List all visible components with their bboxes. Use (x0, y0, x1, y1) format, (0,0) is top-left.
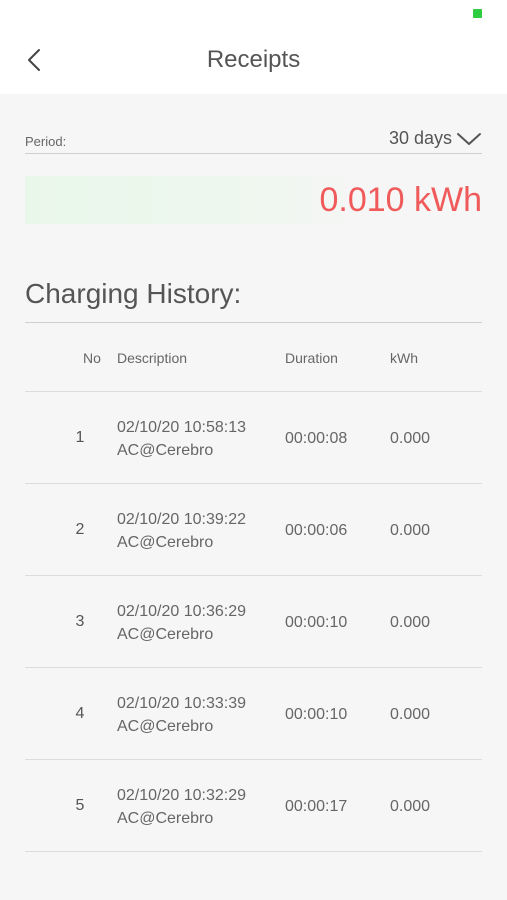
row-kwh: 0.000 (390, 798, 431, 815)
row-station: AC@Cerebro (117, 626, 214, 643)
row-duration: 00:00:08 (285, 430, 348, 447)
row-duration: 00:00:10 (285, 706, 348, 723)
row-datetime: 02/10/20 10:36:29 (117, 603, 247, 620)
battery-icon (473, 9, 482, 18)
status-bar (0, 0, 507, 26)
row-station: AC@Cerebro (117, 810, 214, 827)
column-header-duration: Duration (285, 350, 338, 366)
main-content: Period: 30 days 0.010 kWh Charging Histo… (0, 121, 507, 852)
row-datetime: 02/10/20 10:32:29 (117, 787, 247, 804)
row-duration: 00:00:10 (285, 614, 348, 631)
row-station: AC@Cerebro (117, 534, 214, 551)
period-dropdown[interactable]: 30 days (389, 128, 482, 149)
table-row[interactable]: 5 02/10/20 10:32:29 AC@Cerebro 00:00:17 … (25, 760, 482, 852)
row-kwh: 0.000 (390, 430, 431, 447)
table-row[interactable]: 2 02/10/20 10:39:22 AC@Cerebro 00:00:06 … (25, 484, 482, 576)
row-kwh: 0.000 (390, 522, 431, 539)
row-number: 3 (75, 613, 85, 630)
table-header: No Description Duration kWh (25, 323, 482, 392)
column-header-kwh: kWh (390, 350, 418, 366)
navigation-bar: Receipts (0, 26, 507, 94)
column-header-description: Description (117, 350, 188, 366)
period-value: 30 days (388, 128, 452, 148)
row-number: 4 (75, 705, 85, 722)
row-number: 1 (75, 429, 85, 446)
row-datetime: 02/10/20 10:39:22 (117, 511, 247, 528)
table-row[interactable]: 3 02/10/20 10:36:29 AC@Cerebro 00:00:10 … (25, 576, 482, 668)
row-number: 2 (75, 521, 85, 538)
row-duration: 00:00:17 (285, 798, 348, 815)
row-kwh: 0.000 (390, 706, 431, 723)
total-energy-value: 0.010 kWh (319, 180, 482, 219)
chevron-down-icon (457, 132, 481, 145)
row-number: 5 (75, 797, 85, 814)
charging-history-title: Charging History: (25, 278, 482, 323)
table-row[interactable]: 4 02/10/20 10:33:39 AC@Cerebro 00:00:10 … (25, 668, 482, 760)
row-datetime: 02/10/20 10:58:13 (117, 419, 247, 436)
page-title: Receipts (206, 46, 301, 73)
row-station: AC@Cerebro (117, 442, 214, 459)
row-kwh: 0.000 (390, 614, 431, 631)
period-filter: Period: 30 days (25, 121, 482, 154)
row-datetime: 02/10/20 10:33:39 (117, 695, 247, 712)
energy-summary: 0.010 kWh (25, 176, 482, 224)
table-row[interactable]: 1 02/10/20 10:58:13 AC@Cerebro 00:00:08 … (25, 392, 482, 484)
column-header-no: No (83, 350, 101, 366)
row-station: AC@Cerebro (117, 718, 214, 735)
row-duration: 00:00:06 (285, 522, 348, 539)
period-label: Period: (25, 134, 67, 149)
